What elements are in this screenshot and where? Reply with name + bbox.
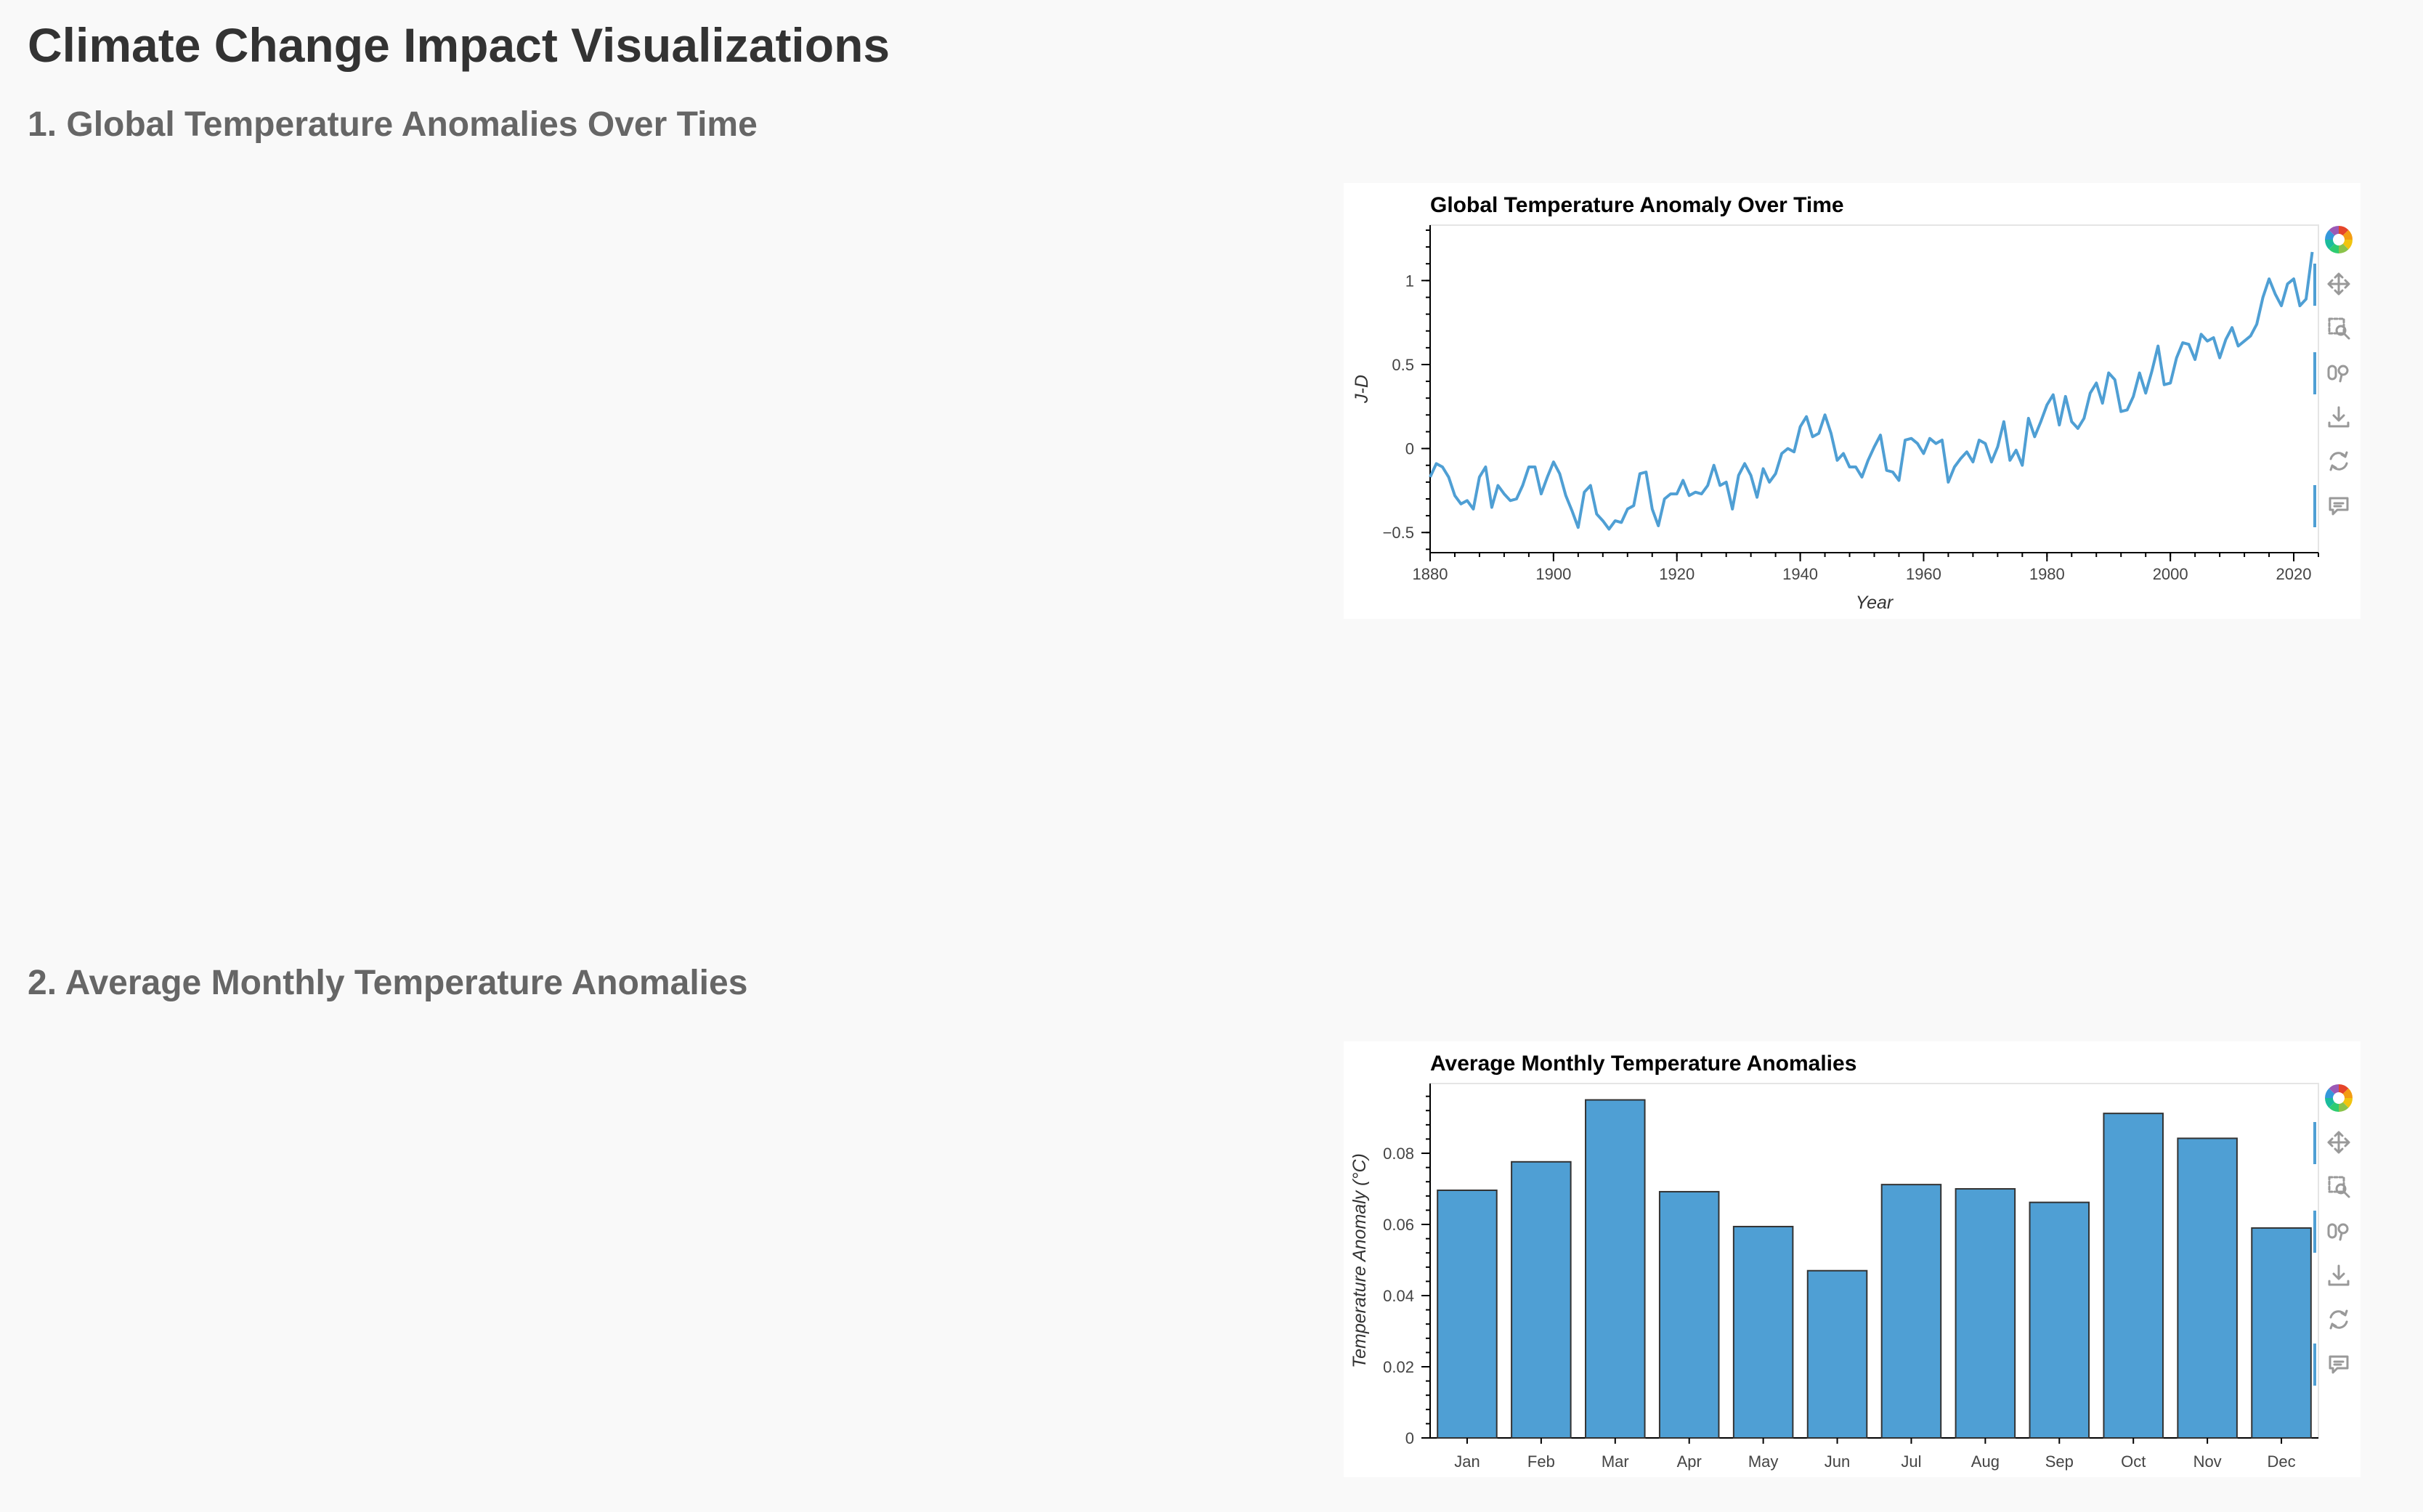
y-tick-label: 1 bbox=[1405, 272, 1414, 290]
line-chart[interactable]: Global Temperature Anomaly Over Time 1880… bbox=[1344, 183, 2361, 619]
bar-apr bbox=[1658, 1190, 1720, 1439]
active-tool-indicator bbox=[2313, 1211, 2316, 1253]
y-axis-label: Temperature Anomaly (°C) bbox=[1350, 1153, 1370, 1368]
save-glyph bbox=[2328, 406, 2350, 428]
active-tool-indicator bbox=[2313, 264, 2316, 306]
save-icon[interactable] bbox=[2328, 406, 2350, 428]
wheel-zoom-lens bbox=[2337, 365, 2349, 376]
y-tick-label: 0.04 bbox=[1383, 1287, 1414, 1305]
bokeh-logo-center bbox=[2333, 1092, 2345, 1104]
x-tick-label: Feb bbox=[1527, 1452, 1555, 1471]
x-tick-label: Apr bbox=[1677, 1452, 1702, 1471]
x-tick-label: May bbox=[1748, 1452, 1779, 1471]
y-tick-label: −0.5 bbox=[1383, 524, 1414, 542]
wheel-zoom-handle bbox=[2339, 373, 2343, 383]
bar-may bbox=[1732, 1225, 1794, 1439]
section-heading-temperature-over-time: 1. Global Temperature Anomalies Over Tim… bbox=[28, 105, 758, 144]
wheel-zoom-handle bbox=[2339, 1232, 2343, 1241]
x-tick-label: Oct bbox=[2121, 1452, 2146, 1471]
bar-mar bbox=[1585, 1099, 1646, 1439]
x-tick-label: 1960 bbox=[1906, 565, 1941, 583]
page-title: Climate Change Impact Visualizations bbox=[28, 18, 890, 72]
bar-chart[interactable]: Average Monthly Temperature Anomalies 0 0.… bbox=[1344, 1041, 2361, 1477]
bar-jul bbox=[1880, 1184, 1942, 1439]
y-tick-label: 0.06 bbox=[1383, 1216, 1414, 1234]
bar-sep bbox=[2029, 1201, 2090, 1439]
x-tick-label: Jun bbox=[1825, 1452, 1850, 1471]
x-tick-label: 1880 bbox=[1413, 565, 1448, 583]
x-tick-label: Dec bbox=[2267, 1452, 2295, 1471]
x-tick-label: 1940 bbox=[1782, 565, 1818, 583]
wheel-zoom-lens bbox=[2337, 1223, 2349, 1235]
bar-feb bbox=[1511, 1161, 1572, 1439]
bar-chart-card: Average Monthly Temperature Anomalies 0 0.… bbox=[1344, 1041, 2361, 1477]
y-tick-label: 0.08 bbox=[1383, 1145, 1414, 1163]
pan-glyph bbox=[2327, 272, 2350, 296]
bar-dec bbox=[2251, 1227, 2312, 1439]
active-tool-indicator bbox=[2313, 1344, 2316, 1386]
box-zoom-icon[interactable] bbox=[2328, 1176, 2350, 1198]
plot-frame bbox=[1429, 224, 2319, 553]
pan-glyph bbox=[2327, 1131, 2350, 1154]
x-tick-label: 1920 bbox=[1659, 565, 1695, 583]
x-tick-label: Jul bbox=[1901, 1452, 1921, 1471]
hover-glyph bbox=[2329, 497, 2349, 516]
x-tick-label: 1980 bbox=[2029, 565, 2065, 583]
active-tool-indicator bbox=[2313, 352, 2316, 394]
x-tick-label: Jan bbox=[1454, 1452, 1480, 1471]
active-tool-indicator bbox=[2313, 485, 2316, 527]
bokeh-logo-icon[interactable] bbox=[2322, 1081, 2355, 1115]
line-chart-card: Global Temperature Anomaly Over Time 1880… bbox=[1344, 183, 2361, 619]
bar-nov bbox=[2177, 1137, 2238, 1439]
reset-glyph bbox=[2329, 451, 2348, 471]
y-tick-label: 0 bbox=[1405, 1429, 1414, 1447]
save-glyph bbox=[2328, 1264, 2350, 1286]
bar-aug bbox=[1955, 1188, 2016, 1439]
save-icon[interactable] bbox=[2328, 1264, 2350, 1286]
mouse-glyph bbox=[2327, 1223, 2337, 1239]
y-axis-label: J-D bbox=[1352, 375, 1372, 404]
x-tick-label: Nov bbox=[2193, 1452, 2222, 1471]
x-axis-label: Year bbox=[1856, 593, 1894, 613]
chart-toolbar bbox=[2313, 223, 2355, 527]
temperature-anomaly-line bbox=[1429, 251, 2314, 531]
bar-jun bbox=[1806, 1269, 1868, 1439]
chart-title: Global Temperature Anomaly Over Time bbox=[1430, 193, 1844, 217]
bokeh-logo-icon[interactable] bbox=[2322, 223, 2355, 256]
bokeh-logo-center bbox=[2333, 234, 2345, 245]
x-tick-label: Mar bbox=[1602, 1452, 1629, 1471]
bar-jan bbox=[1437, 1189, 1498, 1439]
bar-oct bbox=[2103, 1113, 2164, 1439]
x-tick-label: Aug bbox=[1971, 1452, 2000, 1471]
y-tick-label: 0 bbox=[1405, 440, 1414, 458]
box-zoom-handle bbox=[2343, 1191, 2350, 1198]
x-tick-label: Sep bbox=[2045, 1452, 2074, 1471]
x-tick-label: 1900 bbox=[1535, 565, 1571, 583]
reset-icon[interactable] bbox=[2329, 1309, 2348, 1330]
chart-title: Average Monthly Temperature Anomalies bbox=[1430, 1052, 1856, 1076]
reset-glyph bbox=[2329, 1309, 2348, 1330]
section-heading-monthly-anomalies: 2. Average Monthly Temperature Anomalies bbox=[28, 964, 748, 1002]
reset-icon[interactable] bbox=[2329, 451, 2348, 471]
box-zoom-icon[interactable] bbox=[2328, 317, 2350, 340]
chart-toolbar bbox=[2313, 1081, 2355, 1386]
y-tick-label: 0.5 bbox=[1392, 356, 1414, 374]
x-tick-label: 2020 bbox=[2276, 565, 2312, 583]
box-zoom-handle bbox=[2343, 333, 2350, 340]
hover-glyph bbox=[2329, 1355, 2349, 1374]
y-tick-label: 0.02 bbox=[1383, 1358, 1414, 1376]
active-tool-indicator bbox=[2313, 1122, 2316, 1164]
x-tick-label: 2000 bbox=[2153, 565, 2188, 583]
mouse-glyph bbox=[2327, 365, 2337, 381]
